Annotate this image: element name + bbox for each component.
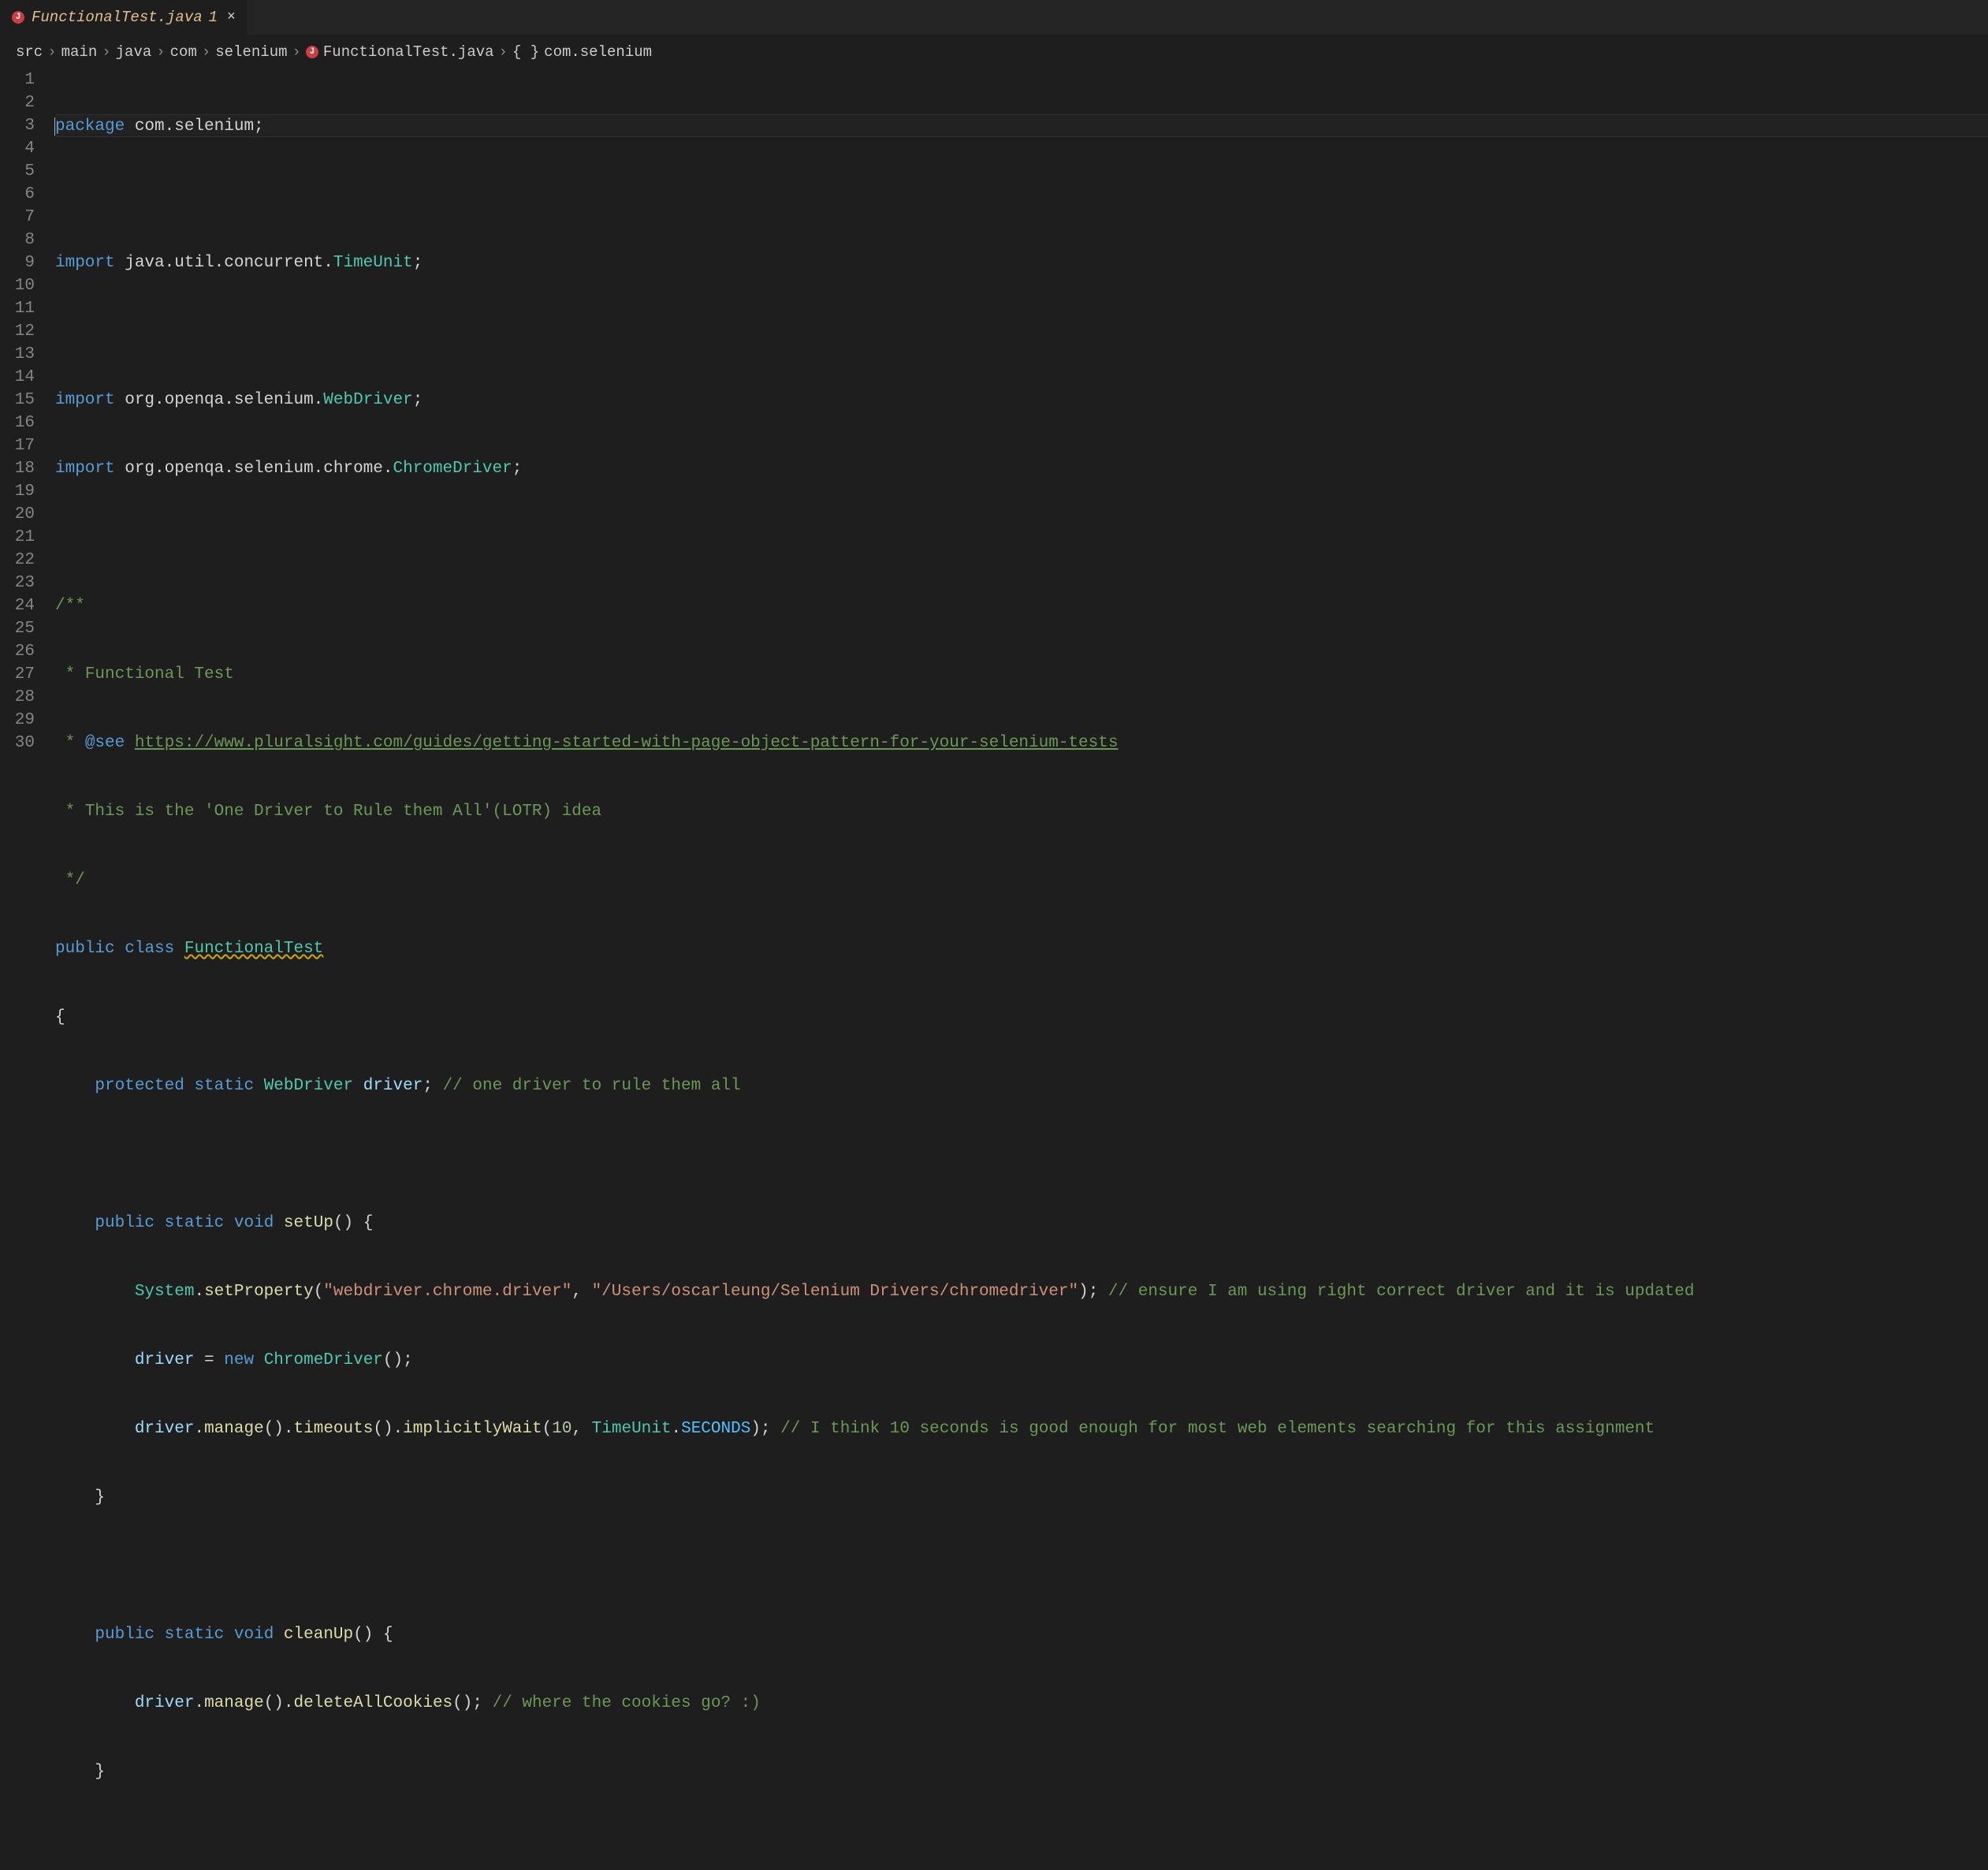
namespace-icon: { }: [512, 43, 539, 61]
line-number[interactable]: 20: [0, 503, 35, 526]
java-file-icon: J: [306, 46, 318, 58]
code-line[interactable]: driver.manage().deleteAllCookies(); // w…: [55, 1692, 1988, 1715]
code-line[interactable]: [55, 1829, 1988, 1852]
chevron-right-icon: ›: [499, 43, 508, 61]
chevron-right-icon: ›: [202, 43, 210, 61]
close-icon[interactable]: ×: [227, 9, 236, 25]
line-number[interactable]: 29: [0, 709, 35, 732]
breadcrumb-item[interactable]: main: [61, 43, 98, 61]
code-line[interactable]: [55, 183, 1988, 206]
code-line[interactable]: */: [55, 869, 1988, 892]
line-number[interactable]: 13: [0, 343, 35, 366]
code-line[interactable]: }: [55, 1486, 1988, 1509]
line-number[interactable]: 14: [0, 366, 35, 389]
line-number[interactable]: 21: [0, 526, 35, 549]
line-number[interactable]: 12: [0, 320, 35, 343]
code-line[interactable]: {: [55, 1006, 1988, 1029]
line-number[interactable]: 5: [0, 160, 35, 183]
line-number[interactable]: 2: [0, 91, 35, 114]
breadcrumb-item[interactable]: src: [16, 43, 43, 61]
code-line[interactable]: driver.manage().timeouts().implicitlyWai…: [55, 1417, 1988, 1440]
breadcrumb-item[interactable]: com: [170, 43, 197, 61]
line-number[interactable]: 17: [0, 434, 35, 457]
line-number[interactable]: 23: [0, 572, 35, 594]
code-line[interactable]: import java.util.concurrent.TimeUnit;: [55, 251, 1988, 274]
line-number[interactable]: 30: [0, 732, 35, 754]
line-number[interactable]: 15: [0, 389, 35, 412]
line-number[interactable]: 25: [0, 617, 35, 640]
line-number[interactable]: 8: [0, 229, 35, 251]
chevron-right-icon: ›: [47, 43, 56, 61]
line-number[interactable]: 19: [0, 480, 35, 503]
breadcrumb[interactable]: src › main › java › com › selenium › J F…: [0, 35, 1988, 69]
chevron-right-icon: ›: [156, 43, 165, 61]
line-number[interactable]: 18: [0, 457, 35, 480]
code-line[interactable]: }: [55, 1760, 1988, 1783]
breadcrumb-item[interactable]: java: [116, 43, 152, 61]
code-line[interactable]: import org.openqa.selenium.chrome.Chrome…: [55, 457, 1988, 480]
line-number[interactable]: 4: [0, 137, 35, 160]
line-number[interactable]: 1: [0, 69, 35, 91]
chevron-right-icon: ›: [102, 43, 110, 61]
line-number[interactable]: 3: [0, 114, 35, 137]
code-line[interactable]: System.setProperty("webdriver.chrome.dri…: [55, 1280, 1988, 1303]
editor-tab[interactable]: J FunctionalTest.java 1 ×: [0, 0, 247, 35]
code-line[interactable]: public static void setUp() {: [55, 1212, 1988, 1235]
code-line[interactable]: import org.openqa.selenium.WebDriver;: [55, 389, 1988, 412]
line-number[interactable]: 9: [0, 251, 35, 274]
breadcrumb-item[interactable]: com.selenium: [544, 43, 652, 61]
line-number[interactable]: 28: [0, 686, 35, 709]
tab-problem-count: 1: [209, 9, 218, 26]
tab-bar: J FunctionalTest.java 1 ×: [0, 0, 1988, 35]
code-line[interactable]: [55, 1143, 1988, 1166]
line-number-gutter: 1 2 3 4 5 6 7 8 9 10 11 12 13 14 15 16 1…: [0, 69, 55, 1870]
line-number[interactable]: 26: [0, 640, 35, 663]
code-line[interactable]: /**: [55, 594, 1988, 617]
code-line[interactable]: * @see https://www.pluralsight.com/guide…: [55, 732, 1988, 754]
line-number[interactable]: 11: [0, 297, 35, 320]
tab-filename: FunctionalTest.java: [32, 9, 203, 26]
line-number[interactable]: 22: [0, 549, 35, 572]
code-line[interactable]: public class FunctionalTest: [55, 937, 1988, 960]
line-number[interactable]: 16: [0, 412, 35, 434]
line-number[interactable]: 24: [0, 594, 35, 617]
breadcrumb-item[interactable]: FunctionalTest.java: [323, 43, 494, 61]
code-editor[interactable]: 1 2 3 4 5 6 7 8 9 10 11 12 13 14 15 16 1…: [0, 69, 1988, 1870]
breadcrumb-item[interactable]: selenium: [215, 43, 287, 61]
code-line[interactable]: driver = new ChromeDriver();: [55, 1349, 1988, 1372]
code-line[interactable]: protected static WebDriver driver; // on…: [55, 1075, 1988, 1097]
code-line[interactable]: [55, 526, 1988, 549]
line-number[interactable]: 7: [0, 206, 35, 229]
code-line[interactable]: * Functional Test: [55, 663, 1988, 686]
line-number[interactable]: 27: [0, 663, 35, 686]
line-number[interactable]: 6: [0, 183, 35, 206]
code-line[interactable]: [55, 320, 1988, 343]
code-line[interactable]: public static void cleanUp() {: [55, 1623, 1988, 1646]
chevron-right-icon: ›: [292, 43, 301, 61]
code-line[interactable]: [55, 1555, 1988, 1578]
code-line[interactable]: * This is the 'One Driver to Rule them A…: [55, 800, 1988, 823]
code-content[interactable]: package com.selenium; import java.util.c…: [55, 69, 1988, 1870]
java-file-icon: J: [11, 10, 25, 24]
line-number[interactable]: 10: [0, 274, 35, 297]
code-line[interactable]: package com.selenium;: [55, 114, 1988, 137]
